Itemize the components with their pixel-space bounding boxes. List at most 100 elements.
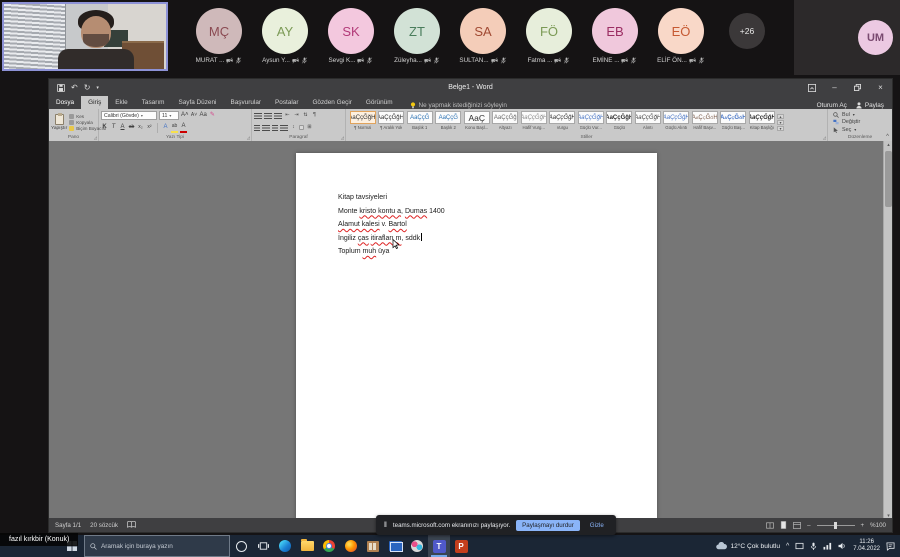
style-normal[interactable]: AaÇçĞğHI¶ Normal — [349, 111, 377, 133]
taskbar-search-box[interactable] — [84, 535, 230, 557]
underline-button[interactable]: A — [119, 123, 126, 132]
superscript-button[interactable]: x² — [146, 123, 153, 132]
style-subtitle[interactable]: AaÇçĞğAltyazı — [492, 111, 520, 133]
share-button[interactable]: Paylaş — [856, 102, 884, 109]
customize-qat-icon[interactable]: ▾ — [96, 85, 99, 91]
cortana-button[interactable] — [230, 535, 252, 557]
replace-button[interactable]: Değiştir — [833, 119, 890, 125]
participant[interactable]: EÖ ELİF ÖN... — [648, 0, 714, 64]
edge-button[interactable] — [274, 535, 296, 557]
restore-button[interactable] — [846, 79, 869, 96]
align-right-icon[interactable] — [272, 125, 278, 131]
style-quote[interactable]: AaÇçĞğHAlıntı — [634, 111, 662, 133]
increase-indent-icon[interactable]: ⇥ — [293, 111, 300, 120]
styles-gallery-more-icon[interactable]: ▾ — [777, 126, 784, 131]
style-subtle-emphasis[interactable]: AaÇçĞğHHafif Vurg... — [520, 111, 548, 133]
grow-font-button[interactable]: A˄ — [181, 111, 189, 120]
paste-button[interactable]: Yapıştır — [51, 111, 67, 133]
subscript-button[interactable]: x₂ — [137, 123, 144, 132]
participant[interactable]: ZT Züleyha... — [384, 0, 450, 64]
style-intense-quote[interactable]: AaÇçĞğHGüçlü Alıntı — [663, 111, 691, 133]
web-layout-icon[interactable] — [793, 522, 801, 529]
participant[interactable]: SK Sevgi K... — [318, 0, 384, 64]
tab-dosya[interactable]: Dosya — [49, 96, 81, 109]
file-explorer-button[interactable] — [296, 535, 318, 557]
style-intense-reference[interactable]: AaÇçĞğHGüçlü Baş... — [720, 111, 748, 133]
tab-basvurular[interactable]: Başvurular — [223, 96, 268, 109]
participant[interactable]: MÇ MURAT ... — [186, 0, 252, 64]
styles-gallery-scrollbar[interactable]: ▴ ▾ ▾ — [777, 111, 785, 133]
network-tray-icon[interactable] — [823, 542, 832, 550]
sign-in-link[interactable]: Oturum Aç — [817, 102, 847, 109]
tab-gozden-gecir[interactable]: Gözden Geçir — [305, 96, 358, 109]
change-case-button[interactable]: Aa — [200, 111, 207, 120]
shading-icon[interactable] — [299, 125, 304, 130]
collapse-ribbon-icon[interactable]: ^ — [886, 134, 889, 140]
document-page[interactable]: Kitap tavsiyeleri Monte kristo kontu a, … — [296, 153, 657, 520]
style-intense-emphasis[interactable]: AaÇçĞğHGüçlü Vur... — [577, 111, 605, 133]
ribbon-display-options-button[interactable] — [800, 79, 823, 96]
dialog-launcher-icon[interactable]: ◿ — [823, 135, 826, 140]
hide-share-bar-button[interactable]: Gizle — [586, 520, 608, 531]
stop-sharing-button[interactable]: Paylaşmayı durdur — [516, 520, 580, 531]
presenter-video-tile[interactable] — [2, 2, 168, 71]
select-button[interactable]: Seç▾ — [833, 127, 890, 133]
zoom-in-icon[interactable]: + — [861, 522, 865, 529]
dialog-launcher-icon[interactable]: ◿ — [94, 135, 97, 140]
italic-button[interactable]: T — [110, 123, 117, 132]
participant[interactable]: FÖ Fatma ... — [516, 0, 582, 64]
print-layout-icon[interactable] — [780, 521, 787, 529]
sort-icon[interactable]: ⇅ — [302, 111, 309, 120]
multilevel-list-icon[interactable] — [274, 113, 282, 119]
tab-postalar[interactable]: Postalar — [268, 96, 305, 109]
align-left-icon[interactable] — [254, 125, 260, 131]
borders-icon[interactable]: ⊞ — [306, 123, 313, 132]
participant-overflow[interactable]: +26 — [714, 0, 780, 64]
page-indicator[interactable]: Sayfa 1/1 — [55, 522, 81, 529]
save-icon[interactable] — [57, 84, 65, 92]
hidden-icons-button[interactable]: ^ — [786, 543, 789, 550]
search-input[interactable] — [101, 543, 221, 550]
task-view-button[interactable] — [252, 535, 274, 557]
decrease-indent-icon[interactable]: ⇤ — [284, 111, 291, 120]
style-title[interactable]: AaÇKonu Başl... — [463, 111, 491, 133]
participant[interactable]: EB EMİNE ... — [582, 0, 648, 64]
scrollbar-thumb[interactable] — [885, 151, 892, 207]
strikethrough-button[interactable]: ab — [128, 123, 135, 132]
align-center-icon[interactable] — [262, 125, 270, 131]
tab-sayfa-duzeni[interactable]: Sayfa Düzeni — [171, 96, 223, 109]
highlight-button[interactable]: ab — [171, 122, 178, 133]
word-titlebar[interactable]: ↶ ↻ ▾ Belge1 - Word – × — [49, 79, 892, 96]
style-no-spacing[interactable]: AaÇçĞğHI¶ Aralık Yok — [378, 111, 406, 133]
tab-tasarim[interactable]: Tasarım — [135, 96, 172, 109]
style-subtle-reference[interactable]: AaÇçĞğHHafif Başv... — [691, 111, 719, 133]
text-effects-button[interactable]: A — [162, 123, 169, 132]
chrome-button[interactable] — [318, 535, 340, 557]
bold-button[interactable]: K — [101, 123, 108, 132]
bullets-icon[interactable] — [254, 113, 262, 119]
style-strong[interactable]: AaÇçĞğHGüçlü — [606, 111, 634, 133]
teams-button[interactable]: T — [428, 535, 450, 557]
undo-icon[interactable]: ↶ — [71, 83, 78, 92]
clear-formatting-icon[interactable]: ✎ — [209, 111, 216, 120]
dialog-launcher-icon[interactable]: ◿ — [247, 135, 250, 140]
styles-scroll-down-icon[interactable]: ▾ — [777, 120, 784, 125]
shrink-font-button[interactable]: A˅ — [191, 111, 198, 120]
proofing-icon[interactable] — [127, 521, 136, 529]
line-spacing-icon[interactable]: ↕ — [290, 123, 297, 132]
volume-tray-icon[interactable] — [838, 542, 847, 550]
redo-icon[interactable]: ↻ — [84, 83, 91, 92]
show-paragraph-marks-icon[interactable]: ¶ — [311, 111, 318, 120]
zoom-slider-thumb[interactable] — [834, 522, 837, 529]
style-book-title[interactable]: AaÇçĞğHKitap Başlığı — [748, 111, 776, 133]
vertical-scrollbar[interactable]: ▴ ▾ — [883, 141, 892, 520]
styles-scroll-up-icon[interactable]: ▴ — [777, 114, 784, 119]
find-button[interactable]: Bul▾ — [833, 112, 890, 118]
powerpoint-button[interactable]: P — [450, 535, 472, 557]
zoom-out-icon[interactable]: – — [807, 522, 810, 529]
zoom-level[interactable]: %100 — [870, 522, 886, 529]
tell-me-box[interactable]: Ne yapmak istediğinizi söyleyin — [410, 102, 507, 109]
onedrive-tray-icon[interactable] — [795, 542, 804, 550]
zoom-slider[interactable] — [817, 525, 855, 526]
style-heading1[interactable]: AaÇçĞBaşlık 1 — [406, 111, 434, 133]
